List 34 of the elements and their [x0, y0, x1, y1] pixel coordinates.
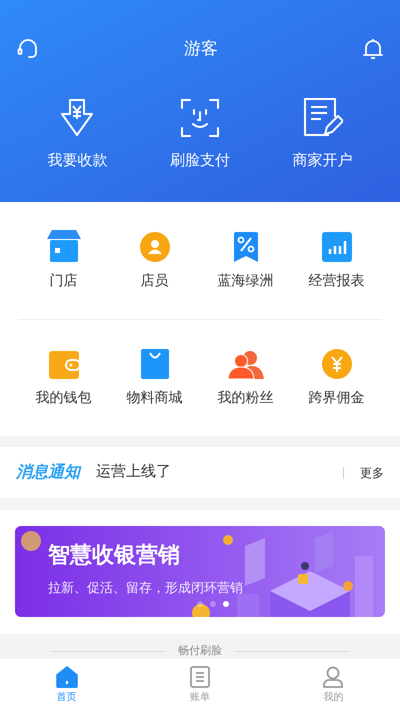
wallet-icon: [48, 351, 78, 380]
service-item[interactable]: 蓝海绿洲: [200, 230, 291, 291]
action-button[interactable]: 我要收款: [27, 98, 128, 172]
action-button[interactable]: 刷脸支付: [150, 98, 250, 172]
yen-coin-icon: [322, 349, 352, 380]
home-icon: [56, 666, 78, 688]
document-icon: [190, 666, 210, 688]
bar-chart-icon: [322, 232, 352, 262]
service-item[interactable]: 我的钱包: [18, 347, 109, 408]
headset-icon[interactable]: [16, 37, 40, 61]
bell-icon[interactable]: [362, 37, 384, 61]
service-item[interactable]: 店员: [109, 230, 200, 291]
service-item[interactable]: 门店: [18, 230, 109, 291]
face-scan-icon: [180, 98, 220, 138]
action-button[interactable]: 商家开户: [272, 98, 373, 172]
banner[interactable]: 智慧收银营销 拉新、促活、留存，形成闭环营销: [15, 526, 385, 617]
percent-tag-icon: [234, 232, 258, 262]
section-title: 畅付刷脸: [178, 646, 222, 657]
service-item[interactable]: 我的粉丝: [200, 347, 291, 408]
people-icon: [228, 349, 264, 380]
banner-title: 智慧收银营销: [48, 541, 180, 568]
notice-message: 运营上线了: [96, 462, 172, 482]
service-item[interactable]: 经营报表: [291, 230, 382, 291]
banner-subtitle: 拉新、促活、留存，形成闭环营销: [48, 578, 243, 596]
more-link[interactable]: 更多: [360, 464, 384, 482]
user-icon: [140, 232, 170, 262]
notice-title: 消息通知: [16, 462, 80, 482]
page-title: 游客: [184, 38, 218, 60]
store-icon: [46, 230, 80, 262]
service-item[interactable]: 跨界佣金: [291, 347, 382, 408]
user-icon: [323, 666, 344, 688]
shopping-bag-icon: [140, 349, 168, 380]
service-item[interactable]: 物料商城: [109, 347, 200, 408]
document-edit-icon: [302, 98, 343, 138]
